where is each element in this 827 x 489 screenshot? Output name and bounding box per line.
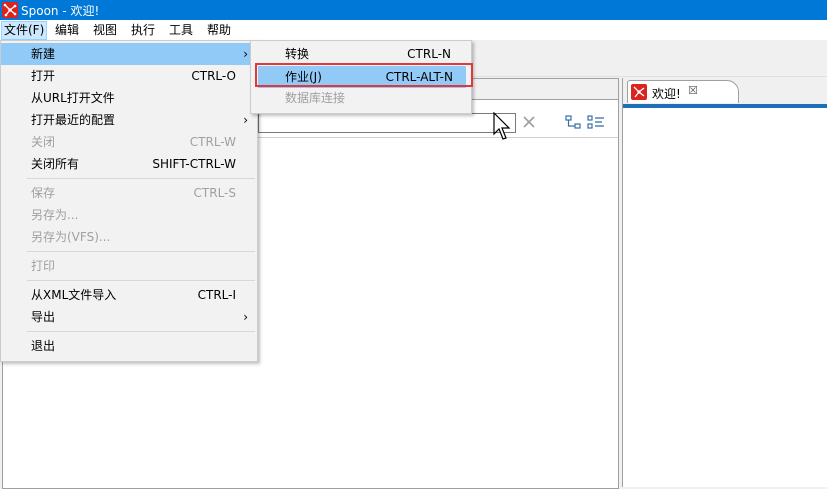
menu-item-label: 另存为(VFS)...: [31, 230, 111, 244]
file-menu-dropdown: 新建 › 打开 CTRL-O 从URL打开文件 打开最近的配置 › 关闭 CTR…: [0, 40, 258, 362]
welcome-panel: 欢迎! ☒: [622, 78, 827, 487]
file-menu-exit[interactable]: 退出: [1, 335, 257, 357]
editor-tab-bar: 欢迎! ☒: [623, 78, 827, 108]
file-menu-import-xml[interactable]: 从XML文件导入 CTRL-I: [1, 284, 257, 306]
menu-item-label: 打印: [31, 259, 56, 273]
tree-view-icon[interactable]: [565, 114, 581, 130]
menu-item-label: 从XML文件导入: [31, 288, 117, 302]
explorer-search-input[interactable]: [258, 113, 516, 133]
spoon-tab-icon: [631, 84, 647, 100]
list-view-icon[interactable]: [587, 114, 605, 130]
new-submenu: 转换 CTRL-N 作业(J) CTRL-ALT-N 数据库连接: [250, 40, 472, 114]
menu-item-shortcut: CTRL-O: [191, 69, 236, 83]
menu-item-label: 数据库连接: [285, 91, 346, 105]
menu-item-label: 保存: [31, 186, 56, 200]
menu-item-label: 新建: [31, 47, 56, 61]
menu-item-shortcut: CTRL-I: [197, 288, 236, 302]
chevron-right-icon: ›: [243, 113, 248, 127]
menu-item-label: 转换: [285, 47, 310, 61]
menu-separator: [27, 331, 255, 332]
menu-tools[interactable]: 工具: [167, 22, 195, 39]
menu-item-label: 关闭所有: [31, 157, 80, 171]
menu-item-label: 关闭: [31, 135, 56, 149]
file-menu-new[interactable]: 新建 ›: [1, 43, 257, 65]
file-menu-save-as[interactable]: 另存为...: [1, 204, 257, 226]
new-job[interactable]: 作业(J) CTRL-ALT-N: [258, 66, 466, 88]
menu-run[interactable]: 执行: [129, 22, 157, 39]
menu-item-label: 另存为...: [31, 208, 79, 222]
menu-item-shortcut: CTRL-N: [407, 47, 451, 61]
file-menu-save-as-vfs[interactable]: 另存为(VFS)...: [1, 226, 257, 248]
new-transformation[interactable]: 转换 CTRL-N: [251, 43, 471, 65]
menu-separator: [27, 251, 255, 252]
menu-item-label: 从URL打开文件: [31, 91, 115, 105]
file-menu-close-all[interactable]: 关闭所有 SHIFT-CTRL-W: [1, 153, 257, 175]
new-database-connection[interactable]: 数据库连接: [251, 87, 471, 109]
welcome-tab-label: 欢迎!: [652, 87, 681, 101]
mouse-cursor-icon: [493, 112, 511, 140]
window-title: Spoon - 欢迎!: [21, 4, 100, 18]
menu-bar: 文件(F) 编辑 视图 执行 工具 帮助: [0, 20, 827, 40]
menu-item-shortcut: CTRL-W: [189, 135, 236, 149]
title-bar: Spoon - 欢迎!: [0, 0, 827, 20]
file-menu-save[interactable]: 保存 CTRL-S: [1, 182, 257, 204]
file-menu-print[interactable]: 打印: [1, 255, 257, 277]
menu-item-label: 打开最近的配置: [31, 113, 116, 127]
menu-separator: [27, 280, 255, 281]
menu-item-label: 导出: [31, 310, 56, 324]
menu-item-shortcut: CTRL-ALT-N: [385, 70, 453, 84]
menu-item-label: 作业(J): [285, 70, 322, 84]
menu-item-label: 打开: [31, 69, 56, 83]
menu-item-shortcut: SHIFT-CTRL-W: [152, 157, 236, 171]
menu-item-shortcut: CTRL-S: [193, 186, 236, 200]
file-menu-close[interactable]: 关闭 CTRL-W: [1, 131, 257, 153]
menu-edit[interactable]: 编辑: [53, 22, 81, 39]
menu-help[interactable]: 帮助: [205, 22, 233, 39]
menu-file[interactable]: 文件(F): [1, 21, 48, 40]
file-menu-open[interactable]: 打开 CTRL-O: [1, 65, 257, 87]
menu-separator: [27, 178, 255, 179]
menu-view[interactable]: 视图: [91, 22, 119, 39]
close-tab-icon[interactable]: ☒: [688, 84, 698, 97]
spoon-app-icon: [2, 2, 18, 18]
welcome-tab[interactable]: 欢迎! ☒: [627, 80, 739, 103]
clear-search-icon[interactable]: [521, 114, 537, 130]
file-menu-open-url[interactable]: 从URL打开文件: [1, 87, 257, 109]
file-menu-recent[interactable]: 打开最近的配置 ›: [1, 109, 257, 131]
chevron-right-icon: ›: [243, 47, 248, 61]
menu-item-label: 退出: [31, 339, 56, 353]
chevron-right-icon: ›: [243, 310, 248, 324]
file-menu-export[interactable]: 导出 ›: [1, 306, 257, 328]
